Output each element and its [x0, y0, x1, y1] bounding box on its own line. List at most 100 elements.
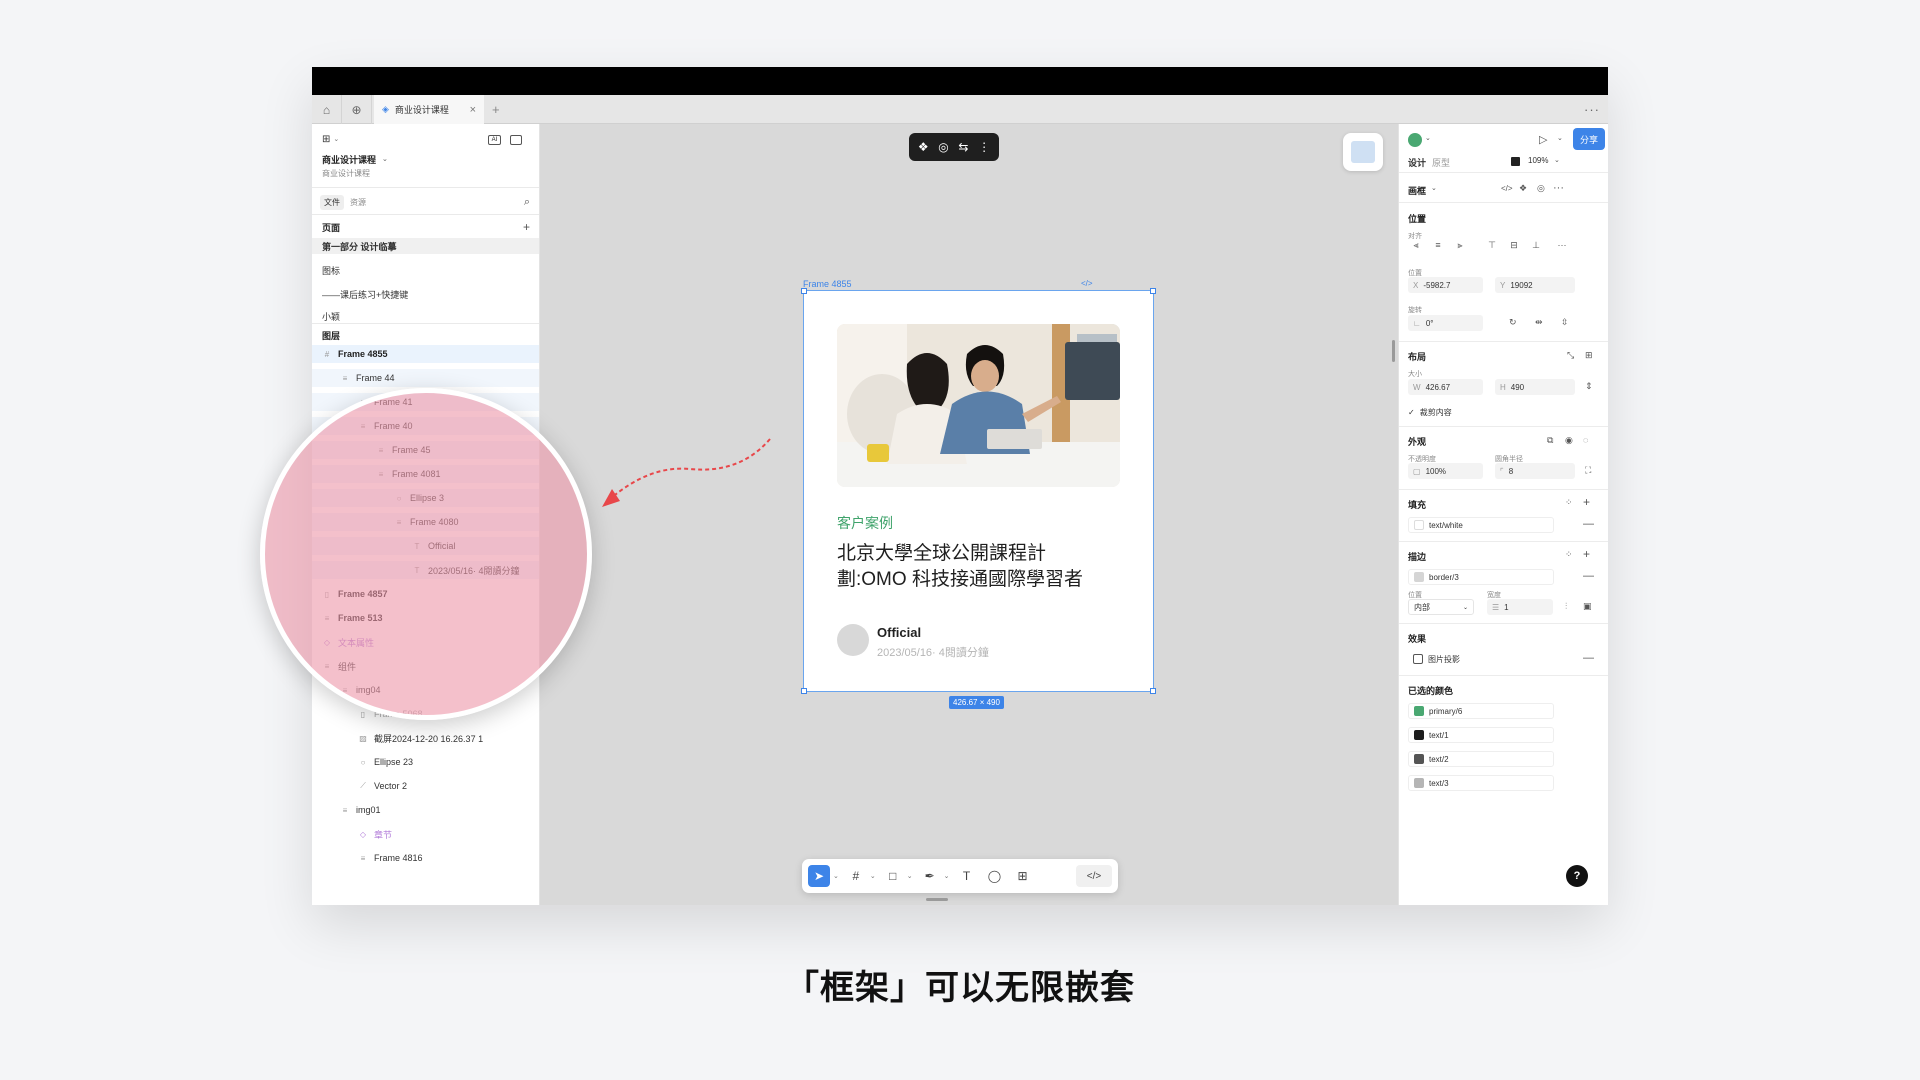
chevron-down-icon[interactable]: ⌄ — [833, 872, 839, 880]
resize-handle[interactable] — [1150, 688, 1156, 694]
flip-horizontal-icon[interactable]: ⇹ — [1535, 317, 1543, 328]
comment-tool-icon[interactable]: ◯ — [984, 865, 1006, 887]
tab-assets[interactable]: 资源 — [344, 195, 372, 210]
stroke-settings-icon[interactable]: ⫶ — [1565, 601, 1567, 612]
frame-label[interactable]: Frame 4855 — [803, 279, 852, 289]
drop-icon[interactable]: ◌ — [1583, 435, 1588, 445]
align-center-icon[interactable]: ≡ — [1430, 240, 1446, 256]
opacity-input[interactable]: ▢ 100% — [1408, 463, 1483, 479]
horizontal-scrollbar[interactable] — [926, 898, 948, 901]
selected-color-item[interactable]: text/3 — [1408, 775, 1554, 791]
effect-checkbox[interactable] — [1413, 654, 1423, 664]
minimap-thumbnail[interactable] — [1343, 133, 1383, 171]
tab-files[interactable]: 文件 — [320, 194, 344, 210]
dev-mode-icon[interactable]: </> — [1076, 865, 1112, 887]
remove-effect-icon[interactable]: — — [1583, 652, 1594, 664]
chevron-down-icon[interactable]: ⌄ — [1557, 134, 1563, 142]
ai-badge[interactable]: AI — [488, 135, 501, 145]
code-icon[interactable]: </> — [1081, 279, 1093, 288]
rectangle-tool-icon[interactable]: □ — [882, 865, 904, 887]
chevron-down-icon[interactable]: ⌄ — [907, 872, 913, 880]
more-vertical-icon[interactable]: ⋮ — [978, 140, 990, 154]
fill-style[interactable]: text/white — [1408, 517, 1554, 533]
remove-fill-icon[interactable]: — — [1583, 518, 1594, 530]
add-page-icon[interactable]: + — [523, 220, 530, 234]
add-stroke-icon[interactable]: + — [1583, 547, 1590, 561]
new-tab-icon[interactable]: + — [492, 95, 500, 124]
width-input[interactable]: W 426.67 — [1408, 379, 1483, 395]
effect-item[interactable]: 图片投影 — [1408, 651, 1573, 667]
rotate-icon[interactable]: ↻ — [1509, 317, 1517, 328]
chevron-down-icon[interactable]: ⌄ — [1554, 156, 1560, 164]
share-button[interactable]: 分享 — [1573, 128, 1605, 150]
mask-icon[interactable]: ◎ — [938, 140, 948, 154]
canvas[interactable]: ❖ ◎ ⇆ ⋮ Frame 4855 </> 客户案例 北京大學全球公開課程計 … — [540, 124, 1398, 905]
align-bottom-icon[interactable]: ⊥ — [1528, 240, 1544, 256]
page-item[interactable]: 小颖 — [312, 310, 539, 322]
chevron-down-icon[interactable]: ⌄ — [944, 872, 950, 880]
remove-stroke-icon[interactable]: — — [1583, 570, 1594, 582]
eye-icon[interactable]: ◉ — [1565, 435, 1573, 446]
align-middle-icon[interactable]: ⊟ — [1506, 240, 1522, 256]
selected-color-item[interactable]: text/2 — [1408, 751, 1554, 767]
resize-handle[interactable] — [801, 288, 807, 294]
main-menu[interactable]: ⊞ ⌄ — [312, 132, 539, 146]
styles-icon[interactable]: ⁘ — [1565, 497, 1573, 508]
component-icon[interactable]: ❖ — [1519, 183, 1527, 194]
vertical-scrollbar[interactable] — [1392, 340, 1395, 362]
layer-item[interactable]: ◇ 章节 — [312, 825, 539, 843]
height-input[interactable]: H 490 — [1495, 379, 1575, 395]
frame-tool-icon[interactable]: # — [845, 865, 867, 887]
layout-grid-icon[interactable]: ⊞ — [1585, 350, 1593, 361]
constrain-proportions-icon[interactable]: ⇕ — [1585, 381, 1593, 392]
page-item[interactable]: ——课后练习+快捷键 — [312, 286, 539, 302]
layer-item[interactable]: # Frame 4855 — [312, 345, 539, 363]
tab-project[interactable]: ◈ 商业设计课程 × — [374, 95, 484, 124]
resize-handle[interactable] — [801, 688, 807, 694]
tab-prototype[interactable]: 原型 — [1432, 156, 1450, 169]
selected-frame[interactable]: 客户案例 北京大學全球公開課程計 劃:OMO 科技接通國際學習者 Officia… — [801, 288, 1156, 694]
globe-icon[interactable]: ⊕ — [342, 95, 372, 124]
chevron-down-icon[interactable]: ⌄ — [1425, 134, 1431, 142]
rotation-input[interactable]: ∟ 0° — [1408, 315, 1483, 331]
layer-item[interactable]: ≡ Frame 4816 — [312, 849, 539, 867]
page-item[interactable]: 图标 — [312, 262, 539, 278]
components-tool-icon[interactable]: ⊞ — [1012, 865, 1034, 887]
styles-icon[interactable]: ⁘ — [1565, 549, 1573, 560]
align-left-icon[interactable]: ⫷ — [1408, 240, 1424, 256]
resize-handle[interactable] — [1150, 288, 1156, 294]
layer-item[interactable]: ≡ Frame 44 — [312, 369, 539, 387]
text-tool-icon[interactable]: T — [956, 865, 978, 887]
close-icon[interactable]: × — [470, 104, 476, 116]
user-avatar[interactable] — [1408, 133, 1422, 147]
zoom-level[interactable]: 109% — [1528, 156, 1548, 165]
swap-icon[interactable]: ⇆ — [958, 140, 968, 154]
move-tool-icon[interactable]: ➤ — [808, 865, 830, 887]
stroke-sides-icon[interactable]: ▣ — [1583, 601, 1592, 612]
radius-input[interactable]: ⌜ 8 — [1495, 463, 1575, 479]
clip-content-checkbox[interactable]: ✓ 裁剪内容 — [1408, 407, 1452, 418]
layer-item[interactable]: ▨ 截屏2024-12-20 16.26.37 1 — [312, 729, 539, 747]
chevron-down-icon[interactable]: ⌄ — [870, 872, 876, 880]
selected-color-item[interactable]: text/1 — [1408, 727, 1554, 743]
stroke-style[interactable]: border/3 — [1408, 569, 1554, 585]
align-right-icon[interactable]: ⫸ — [1452, 240, 1468, 256]
selected-color-item[interactable]: primary/6 — [1408, 703, 1554, 719]
tab-design[interactable]: 设计 — [1408, 156, 1426, 169]
theme-icon[interactable] — [1511, 157, 1520, 166]
element-type[interactable]: 画框 — [1408, 184, 1426, 197]
stroke-width-input[interactable]: ☰ 1 — [1487, 599, 1553, 615]
component-icon[interactable]: ❖ — [918, 140, 929, 154]
auto-layout-icon[interactable]: ⤡ — [1567, 350, 1574, 361]
more-icon[interactable]: ··· — [1553, 182, 1564, 194]
layer-item[interactable]: ⟋ Vector 2 — [312, 777, 539, 795]
panel-toggle-icon[interactable] — [510, 135, 522, 145]
layer-item[interactable]: ≡ img01 — [312, 801, 539, 819]
pen-tool-icon[interactable]: ✒ — [919, 865, 941, 887]
flip-vertical-icon[interactable]: ⇳ — [1561, 317, 1569, 328]
add-fill-icon[interactable]: + — [1583, 495, 1590, 509]
x-input[interactable]: X -5982.7 — [1408, 277, 1483, 293]
stroke-position-select[interactable]: 内部 ⌄ — [1408, 599, 1474, 615]
help-button[interactable]: ? — [1566, 865, 1588, 887]
mask-icon[interactable]: ◎ — [1537, 183, 1545, 194]
